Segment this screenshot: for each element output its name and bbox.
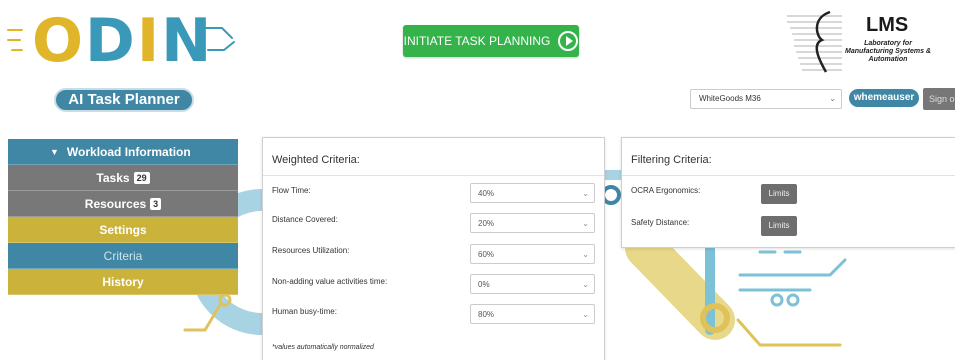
weighted-criteria-title: Weighted Criteria: bbox=[263, 138, 604, 176]
initiate-task-planning-button[interactable]: INITIATE TASK PLANNING bbox=[403, 25, 579, 57]
criterion-value: 20% bbox=[478, 219, 495, 228]
resources-utilization-select[interactable]: 60% ⌄ bbox=[470, 244, 595, 264]
safety-distance-limits-button[interactable]: Limits bbox=[761, 216, 797, 236]
chevron-down-icon: ⌄ bbox=[582, 250, 589, 259]
weighted-criteria-panel: Weighted Criteria: Flow Time: 40% ⌄ Dist… bbox=[262, 137, 605, 360]
normalization-note: *values automatically normalized bbox=[272, 344, 374, 351]
workspace-selected-value: WhiteGoods M36 bbox=[699, 94, 761, 103]
sign-out-button[interactable]: Sign o bbox=[923, 88, 955, 110]
criterion-label: Flow Time: bbox=[272, 186, 311, 195]
tasks-count-badge: 29 bbox=[133, 171, 150, 184]
sidebar-item-history[interactable]: History bbox=[8, 269, 238, 295]
criterion-value: 80% bbox=[478, 310, 495, 319]
play-icon bbox=[558, 31, 579, 51]
criterion-value: 40% bbox=[478, 189, 495, 198]
workspace-select[interactable]: WhiteGoods M36 ⌄ bbox=[690, 89, 842, 109]
initiate-label: INITIATE TASK PLANNING bbox=[403, 34, 551, 48]
logo-letter-i: I bbox=[136, 6, 162, 76]
logo-letter-o: O bbox=[32, 6, 86, 76]
criterion-value: 60% bbox=[478, 250, 495, 259]
ocra-limits-button[interactable]: Limits bbox=[761, 184, 797, 204]
chevron-down-icon: ⌄ bbox=[582, 189, 589, 198]
product-name-badge: AI Task Planner bbox=[54, 88, 194, 112]
logo-letter-d: D bbox=[85, 6, 137, 76]
human-busy-time-select[interactable]: 80% ⌄ bbox=[470, 304, 595, 324]
sidebar-item-tasks[interactable]: Tasks 29 bbox=[8, 165, 238, 191]
filter-label: OCRA Ergonomics: bbox=[631, 186, 701, 195]
distance-covered-select[interactable]: 20% ⌄ bbox=[470, 213, 595, 233]
filtering-criteria-panel: Filtering Criteria: OCRA Ergonomics: Lim… bbox=[621, 137, 955, 248]
criterion-label: Distance Covered: bbox=[272, 215, 338, 224]
user-badge[interactable]: whemeauser bbox=[849, 89, 919, 107]
sidebar-item-label: Tasks bbox=[96, 170, 130, 185]
criterion-label: Resources Utilization: bbox=[272, 246, 350, 255]
sidebar-item-label: Criteria bbox=[103, 248, 143, 263]
non-adding-value-select[interactable]: 0% ⌄ bbox=[470, 274, 595, 294]
chevron-down-icon: ⌄ bbox=[582, 310, 589, 319]
sidebar-header-label: Workload Information bbox=[66, 144, 191, 159]
sidebar-item-label: Settings bbox=[99, 222, 147, 237]
sidebar-item-resources[interactable]: Resources 3 bbox=[8, 191, 238, 217]
chevron-down-icon: ⌄ bbox=[582, 219, 589, 228]
lms-subtitle: Laboratory for Manufacturing Systems & A… bbox=[845, 40, 931, 63]
sidebar: ▼ Workload Information Tasks 29 Resource… bbox=[8, 139, 238, 295]
criterion-value: 0% bbox=[478, 280, 490, 289]
sidebar-item-criteria[interactable]: Criteria bbox=[8, 243, 238, 269]
triangle-down-icon: ▼ bbox=[50, 146, 59, 157]
sidebar-item-label: Resources bbox=[84, 196, 147, 211]
criterion-label: Non-adding value activities time: bbox=[272, 277, 388, 286]
sidebar-header-workload[interactable]: ▼ Workload Information bbox=[8, 139, 238, 165]
chevron-down-icon: ⌄ bbox=[582, 280, 589, 289]
filtering-criteria-title: Filtering Criteria: bbox=[622, 138, 955, 176]
resources-count-badge: 3 bbox=[150, 197, 162, 210]
chevron-down-icon: ⌄ bbox=[829, 94, 836, 103]
filter-label: Safety Distance: bbox=[631, 218, 690, 227]
sidebar-item-label: History bbox=[102, 274, 144, 289]
odin-wordmark: ODIN bbox=[32, 8, 213, 74]
flow-time-select[interactable]: 40% ⌄ bbox=[470, 183, 595, 203]
odin-logo: ODIN bbox=[10, 8, 250, 74]
logo-letter-n: N bbox=[161, 6, 214, 76]
lms-title: LMS bbox=[866, 14, 909, 36]
sidebar-item-settings[interactable]: Settings bbox=[8, 217, 238, 243]
criterion-label: Human busy-time: bbox=[272, 307, 337, 316]
